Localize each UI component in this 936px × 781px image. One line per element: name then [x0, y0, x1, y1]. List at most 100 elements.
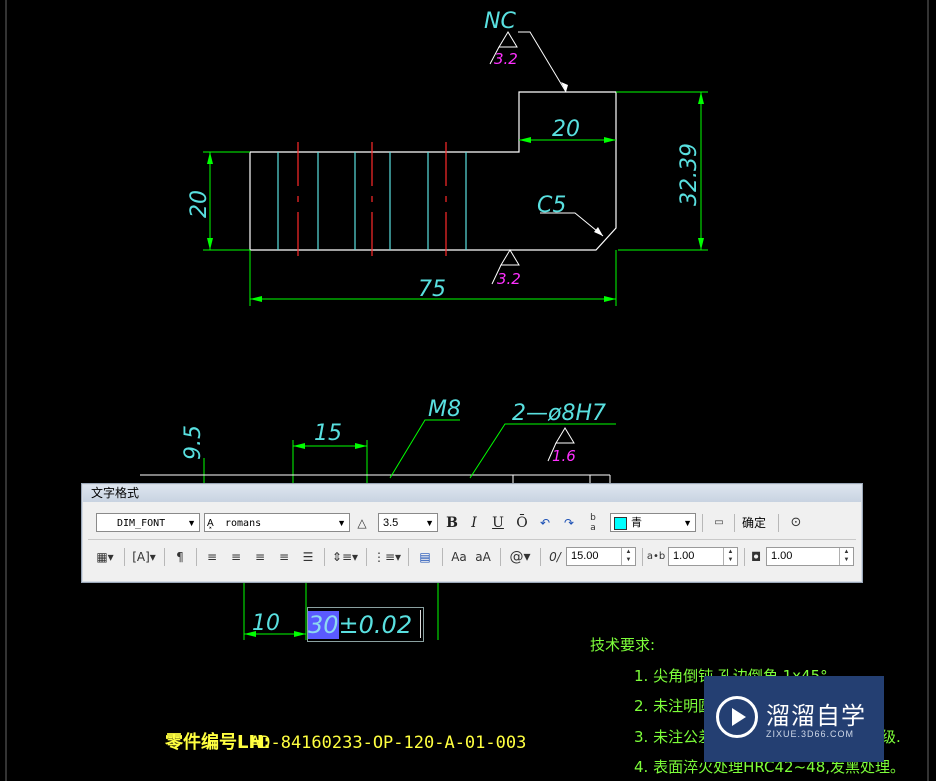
roughness-hole-value: 1.6 — [552, 447, 576, 465]
columns-icon[interactable]: ▦▾ — [92, 547, 118, 567]
width-factor-value: 1.00 — [771, 550, 793, 562]
dim-10: 10 — [252, 611, 280, 636]
part-number-value: AD-84160233-OP-120-A-01-003 — [250, 733, 526, 753]
symbol-label: @ — [509, 549, 524, 565]
ok-button[interactable]: 确定 — [742, 513, 766, 533]
align-right-icon[interactable]: ≡ — [250, 547, 270, 567]
leader-arrow-c5 — [594, 227, 603, 236]
paragraph-icon[interactable]: ¶ — [170, 547, 190, 567]
separator — [744, 548, 745, 566]
symbol-button[interactable]: @▾ — [506, 547, 534, 567]
italic-button[interactable]: I — [464, 513, 484, 533]
surface-mark-nc: NC — [484, 9, 516, 34]
separator — [702, 514, 703, 532]
toolbar-row-1: DIM_FONT ▼ A͓ romans ▼ △ 3.5 ▼ B I U Ō ↶… — [90, 510, 854, 536]
dim-15: 15 — [314, 421, 342, 446]
annotative-icon[interactable]: △ — [354, 513, 370, 533]
watermark-brand: 溜溜自学 — [766, 702, 866, 730]
watermark-url: ZIXUE.3D66.COM — [766, 729, 855, 739]
redo-icon[interactable]: ↷ — [560, 513, 578, 533]
separator — [778, 514, 779, 532]
separator — [408, 548, 409, 566]
leader-arrow-nc — [561, 82, 568, 92]
roughness-symbols — [489, 31, 575, 462]
text-style-select[interactable]: DIM_FONT ▼ — [96, 513, 200, 532]
chamfer-label: C5 — [537, 193, 566, 218]
font-value: romans — [225, 518, 262, 529]
toolbar-row-divider — [88, 539, 856, 540]
notes-title: 技术要求: — [590, 636, 655, 654]
dim-step-width: 20 — [552, 117, 580, 142]
separator — [442, 548, 443, 566]
color-swatch — [614, 517, 627, 530]
text-style-value: DIM_FONT — [117, 518, 166, 529]
separator — [642, 548, 643, 566]
separator — [540, 548, 541, 566]
dim-9-5: 9.5 — [181, 425, 206, 460]
separator — [164, 548, 165, 566]
dim-total-length: 75 — [418, 277, 446, 302]
chevron-down-icon: ▼ — [425, 518, 434, 528]
text-color-select[interactable]: 青 ▼ — [610, 513, 696, 532]
separator — [124, 548, 125, 566]
width-factor-icon: ◘ — [750, 550, 762, 564]
options-icon[interactable]: ⊙ — [786, 513, 806, 533]
stack-icon[interactable]: ba — [584, 513, 602, 533]
chevron-down-icon: ▼ — [337, 518, 346, 528]
spinner-arrows-icon[interactable]: ▲ ▼ — [621, 548, 635, 565]
tracking-input[interactable]: 1.00 ▲ ▼ — [668, 547, 738, 566]
text-color-value: 青 — [631, 517, 642, 529]
thread-label: M8 — [428, 397, 461, 422]
roughness-bottom-value: 3.2 — [497, 270, 521, 288]
chevron-down-icon: ▼ — [683, 518, 692, 528]
mtext-edit-box[interactable]: 30±0.02 — [307, 607, 424, 642]
ruler-icon[interactable]: ▭ — [708, 513, 730, 533]
align-distribute-icon[interactable]: ☰ — [298, 547, 318, 567]
part-outline — [249, 91, 617, 251]
note-3: 3. 未注公差 — [634, 728, 713, 746]
hole-label: 2—ø8H7 — [512, 401, 606, 426]
uppercase-button[interactable]: Aa — [448, 547, 470, 567]
underline-button[interactable]: U — [488, 513, 508, 533]
lowercase-button[interactable]: aA — [472, 547, 494, 567]
mtext-selected-text[interactable]: 30 — [308, 611, 339, 639]
spinner-arrows-icon[interactable]: ▲ ▼ — [839, 548, 853, 565]
chevron-down-icon: ▼ — [187, 518, 196, 528]
text-format-toolbar: 文字格式 DIM_FONT ▼ A͓ romans ▼ △ 3.5 ▼ B I … — [81, 483, 863, 583]
align-center-icon[interactable]: ≡ — [226, 547, 246, 567]
toolbar-title[interactable]: 文字格式 — [83, 485, 861, 502]
width-factor-input[interactable]: 1.00 ▲ ▼ — [766, 547, 854, 566]
watermark-badge: 溜溜自学 ZIXUE.3D66.COM — [704, 676, 884, 762]
cad-drawing-canvas[interactable]: NC 3.2 20 32.39 20 C5 3.2 75 9.5 15 M8 2… — [0, 0, 936, 781]
font-type-icon: A͓ — [207, 518, 214, 529]
mtext-content[interactable]: 30±0.02 — [308, 611, 412, 639]
oblique-angle-input[interactable]: 15.00 ▲ ▼ — [566, 547, 636, 566]
note-2: 2. 未注明圆 — [634, 697, 713, 715]
separator — [500, 548, 501, 566]
oblique-angle-value: 15.00 — [571, 550, 599, 562]
align-justify-icon[interactable]: ≡ — [274, 547, 294, 567]
bold-button[interactable]: B — [442, 513, 462, 533]
font-select[interactable]: A͓ romans ▼ — [204, 513, 350, 532]
insert-field-icon[interactable]: ▤ — [414, 547, 436, 567]
toolbar-row-2: ▦▾ [A]▾ ¶ ≡ ≡ ≡ ≡ ☰ ⇕≡▾ ⋮≡▾ ▤ Aa aA @▾ 0… — [90, 544, 854, 570]
centerlines — [297, 142, 447, 262]
oblique-icon: 0/ — [549, 550, 561, 564]
line-spacing-icon[interactable]: ⇕≡▾ — [330, 547, 360, 567]
text-height-select[interactable]: 3.5 ▼ — [378, 513, 438, 532]
numbering-icon[interactable]: ⋮≡▾ — [372, 547, 402, 567]
align-left-icon[interactable]: ≡ — [202, 547, 222, 567]
spinner-arrows-icon[interactable]: ▲ ▼ — [723, 548, 737, 565]
undo-icon[interactable]: ↶ — [536, 513, 554, 533]
separator — [734, 514, 735, 532]
mtext-remaining-text[interactable]: ±0.02 — [339, 611, 413, 639]
justification-icon[interactable]: [A]▾ — [130, 547, 158, 567]
play-logo-icon — [716, 696, 758, 738]
tracking-value: 1.00 — [673, 550, 695, 562]
overline-button[interactable]: Ō — [512, 513, 532, 533]
dim-height-left: 20 — [187, 190, 212, 218]
text-height-value: 3.5 — [383, 517, 399, 529]
roughness-top-value: 3.2 — [494, 50, 518, 68]
dim-height-right: 32.39 — [677, 143, 702, 206]
text-cursor — [420, 610, 421, 638]
